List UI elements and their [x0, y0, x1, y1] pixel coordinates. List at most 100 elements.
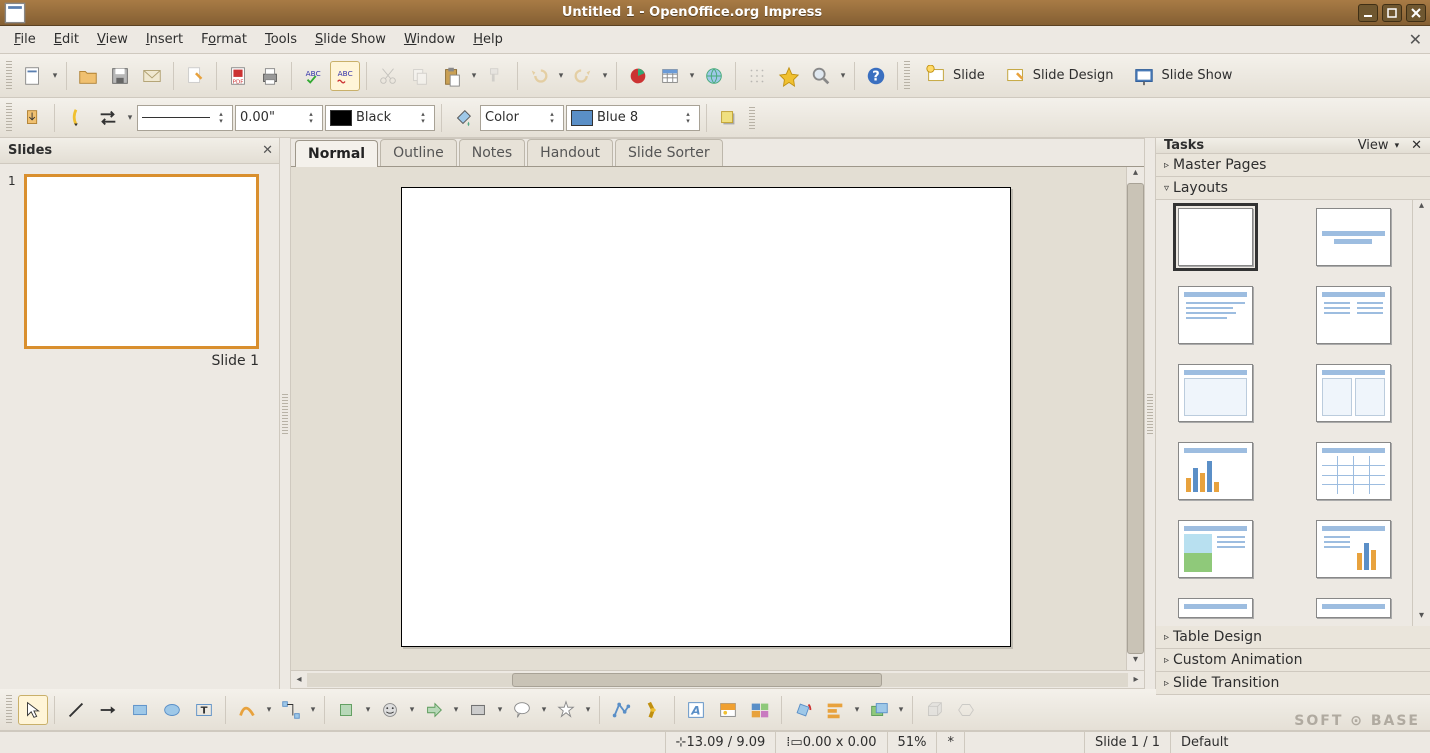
help-button[interactable]: ? — [861, 61, 891, 91]
layout-chart[interactable] — [1178, 442, 1253, 500]
block-arrows-dropdown[interactable] — [451, 705, 461, 715]
rotate-tool[interactable] — [788, 695, 818, 725]
layout-title-content[interactable] — [1178, 286, 1253, 344]
save-button[interactable] — [105, 61, 135, 91]
menu-tools[interactable]: Tools — [257, 28, 305, 51]
status-zoom[interactable]: 51% — [887, 732, 937, 753]
connector-tool[interactable] — [276, 695, 306, 725]
section-slide-transition[interactable]: ▹Slide Transition — [1156, 672, 1430, 695]
autospellcheck-button[interactable]: ABC — [330, 61, 360, 91]
table-button[interactable] — [655, 61, 685, 91]
rectangle-tool[interactable] — [125, 695, 155, 725]
layout-text-chart[interactable] — [1316, 520, 1391, 578]
close-window-button[interactable] — [1406, 4, 1426, 22]
area-fill-button[interactable] — [448, 103, 478, 133]
layout-two-content[interactable] — [1316, 286, 1391, 344]
alignment-tool[interactable] — [820, 695, 850, 725]
stars-tool[interactable] — [551, 695, 581, 725]
format-paintbrush-button[interactable] — [481, 61, 511, 91]
line-endpoint-button[interactable] — [61, 103, 91, 133]
curve-dropdown[interactable] — [264, 705, 274, 715]
layout-partial-1[interactable] — [1178, 598, 1253, 618]
interaction-tool[interactable] — [951, 695, 981, 725]
paste-button[interactable] — [437, 61, 467, 91]
basic-shapes-dropdown[interactable] — [363, 705, 373, 715]
arrow-tool[interactable] — [93, 695, 123, 725]
arrow-style-button[interactable] — [18, 103, 48, 133]
section-layouts[interactable]: ▿Layouts — [1156, 177, 1430, 200]
select-tool[interactable] — [18, 695, 48, 725]
spellcheck-button[interactable]: ABC — [298, 61, 328, 91]
menu-help[interactable]: Help — [465, 28, 511, 51]
canvas-hscroll[interactable]: ◂ ▸ — [291, 670, 1144, 688]
line-style-combo[interactable]: ▴▾ — [137, 105, 233, 131]
slide-design-button[interactable]: Slide Design — [996, 60, 1123, 92]
email-button[interactable] — [137, 61, 167, 91]
toolbar2-grip[interactable] — [6, 103, 12, 133]
ellipse-tool[interactable] — [157, 695, 187, 725]
callouts-dropdown[interactable] — [539, 705, 549, 715]
symbol-shapes-dropdown[interactable] — [407, 705, 417, 715]
menu-window[interactable]: Window — [396, 28, 463, 51]
callouts-tool[interactable] — [507, 695, 537, 725]
layout-table[interactable] — [1316, 442, 1391, 500]
alignment-dropdown[interactable] — [852, 705, 862, 715]
open-button[interactable] — [73, 61, 103, 91]
undo-dropdown[interactable] — [556, 71, 566, 81]
tab-outline[interactable]: Outline — [380, 139, 457, 166]
new-button[interactable] — [18, 61, 48, 91]
export-pdf-button[interactable]: PDF — [223, 61, 253, 91]
stars-dropdown[interactable] — [583, 705, 593, 715]
minimize-button[interactable] — [1358, 4, 1378, 22]
slides-list[interactable]: 1 Slide 1 — [0, 164, 279, 689]
layout-blank[interactable] — [1178, 208, 1253, 266]
new-dropdown[interactable] — [50, 71, 60, 81]
new-slide-button[interactable]: Slide — [916, 60, 994, 92]
toolbar2-overflow[interactable] — [749, 107, 755, 129]
layouts-scrollbar[interactable]: ▴ ▾ — [1412, 200, 1430, 626]
fontwork-tool[interactable]: A — [681, 695, 711, 725]
layout-title-only[interactable] — [1178, 364, 1253, 422]
paste-dropdown[interactable] — [469, 71, 479, 81]
layout-partial-2[interactable] — [1316, 598, 1391, 618]
tab-notes[interactable]: Notes — [459, 139, 525, 166]
tab-handout[interactable]: Handout — [527, 139, 613, 166]
slides-panel-close[interactable]: ✕ — [262, 143, 273, 158]
gluepoints-tool[interactable] — [638, 695, 668, 725]
fill-color-combo[interactable]: Blue 8 ▴▾ — [566, 105, 700, 131]
grid-button[interactable] — [742, 61, 772, 91]
menu-edit[interactable]: Edit — [46, 28, 87, 51]
table-dropdown[interactable] — [687, 71, 697, 81]
line-color-combo[interactable]: Black ▴▾ — [325, 105, 435, 131]
extrusion-tool[interactable] — [919, 695, 949, 725]
section-master-pages[interactable]: ▹Master Pages — [1156, 154, 1430, 177]
slide-canvas[interactable] — [401, 187, 1011, 647]
layout-title-two-box[interactable] — [1316, 364, 1391, 422]
line-width-combo[interactable]: 0.00" ▴▾ — [235, 105, 323, 131]
basic-shapes-tool[interactable] — [331, 695, 361, 725]
slide-show-button[interactable]: Slide Show — [1124, 60, 1241, 92]
tab-slidesorter[interactable]: Slide Sorter — [615, 139, 723, 166]
arrange-dropdown[interactable] — [896, 705, 906, 715]
shadow-button[interactable] — [713, 103, 743, 133]
section-custom-animation[interactable]: ▹Custom Animation — [1156, 649, 1430, 672]
edit-file-button[interactable] — [180, 61, 210, 91]
copy-button[interactable] — [405, 61, 435, 91]
slide-thumbnail[interactable] — [24, 174, 259, 349]
flowchart-tool[interactable] — [463, 695, 493, 725]
arrange-tool[interactable] — [864, 695, 894, 725]
canvas-vscroll[interactable]: ▴ ▾ — [1126, 167, 1144, 670]
connector-dropdown[interactable] — [308, 705, 318, 715]
cut-button[interactable] — [373, 61, 403, 91]
line-arrows-button[interactable] — [93, 103, 123, 133]
layout-clipart-text[interactable] — [1178, 520, 1253, 578]
splitter-left[interactable] — [280, 138, 290, 689]
splitter-right[interactable] — [1145, 138, 1155, 689]
maximize-button[interactable] — [1382, 4, 1402, 22]
menu-format[interactable]: Format — [193, 28, 255, 51]
flowchart-dropdown[interactable] — [495, 705, 505, 715]
tasks-close[interactable]: ✕ — [1411, 138, 1422, 153]
zoom-button[interactable] — [806, 61, 836, 91]
layout-title[interactable] — [1316, 208, 1391, 266]
print-button[interactable] — [255, 61, 285, 91]
